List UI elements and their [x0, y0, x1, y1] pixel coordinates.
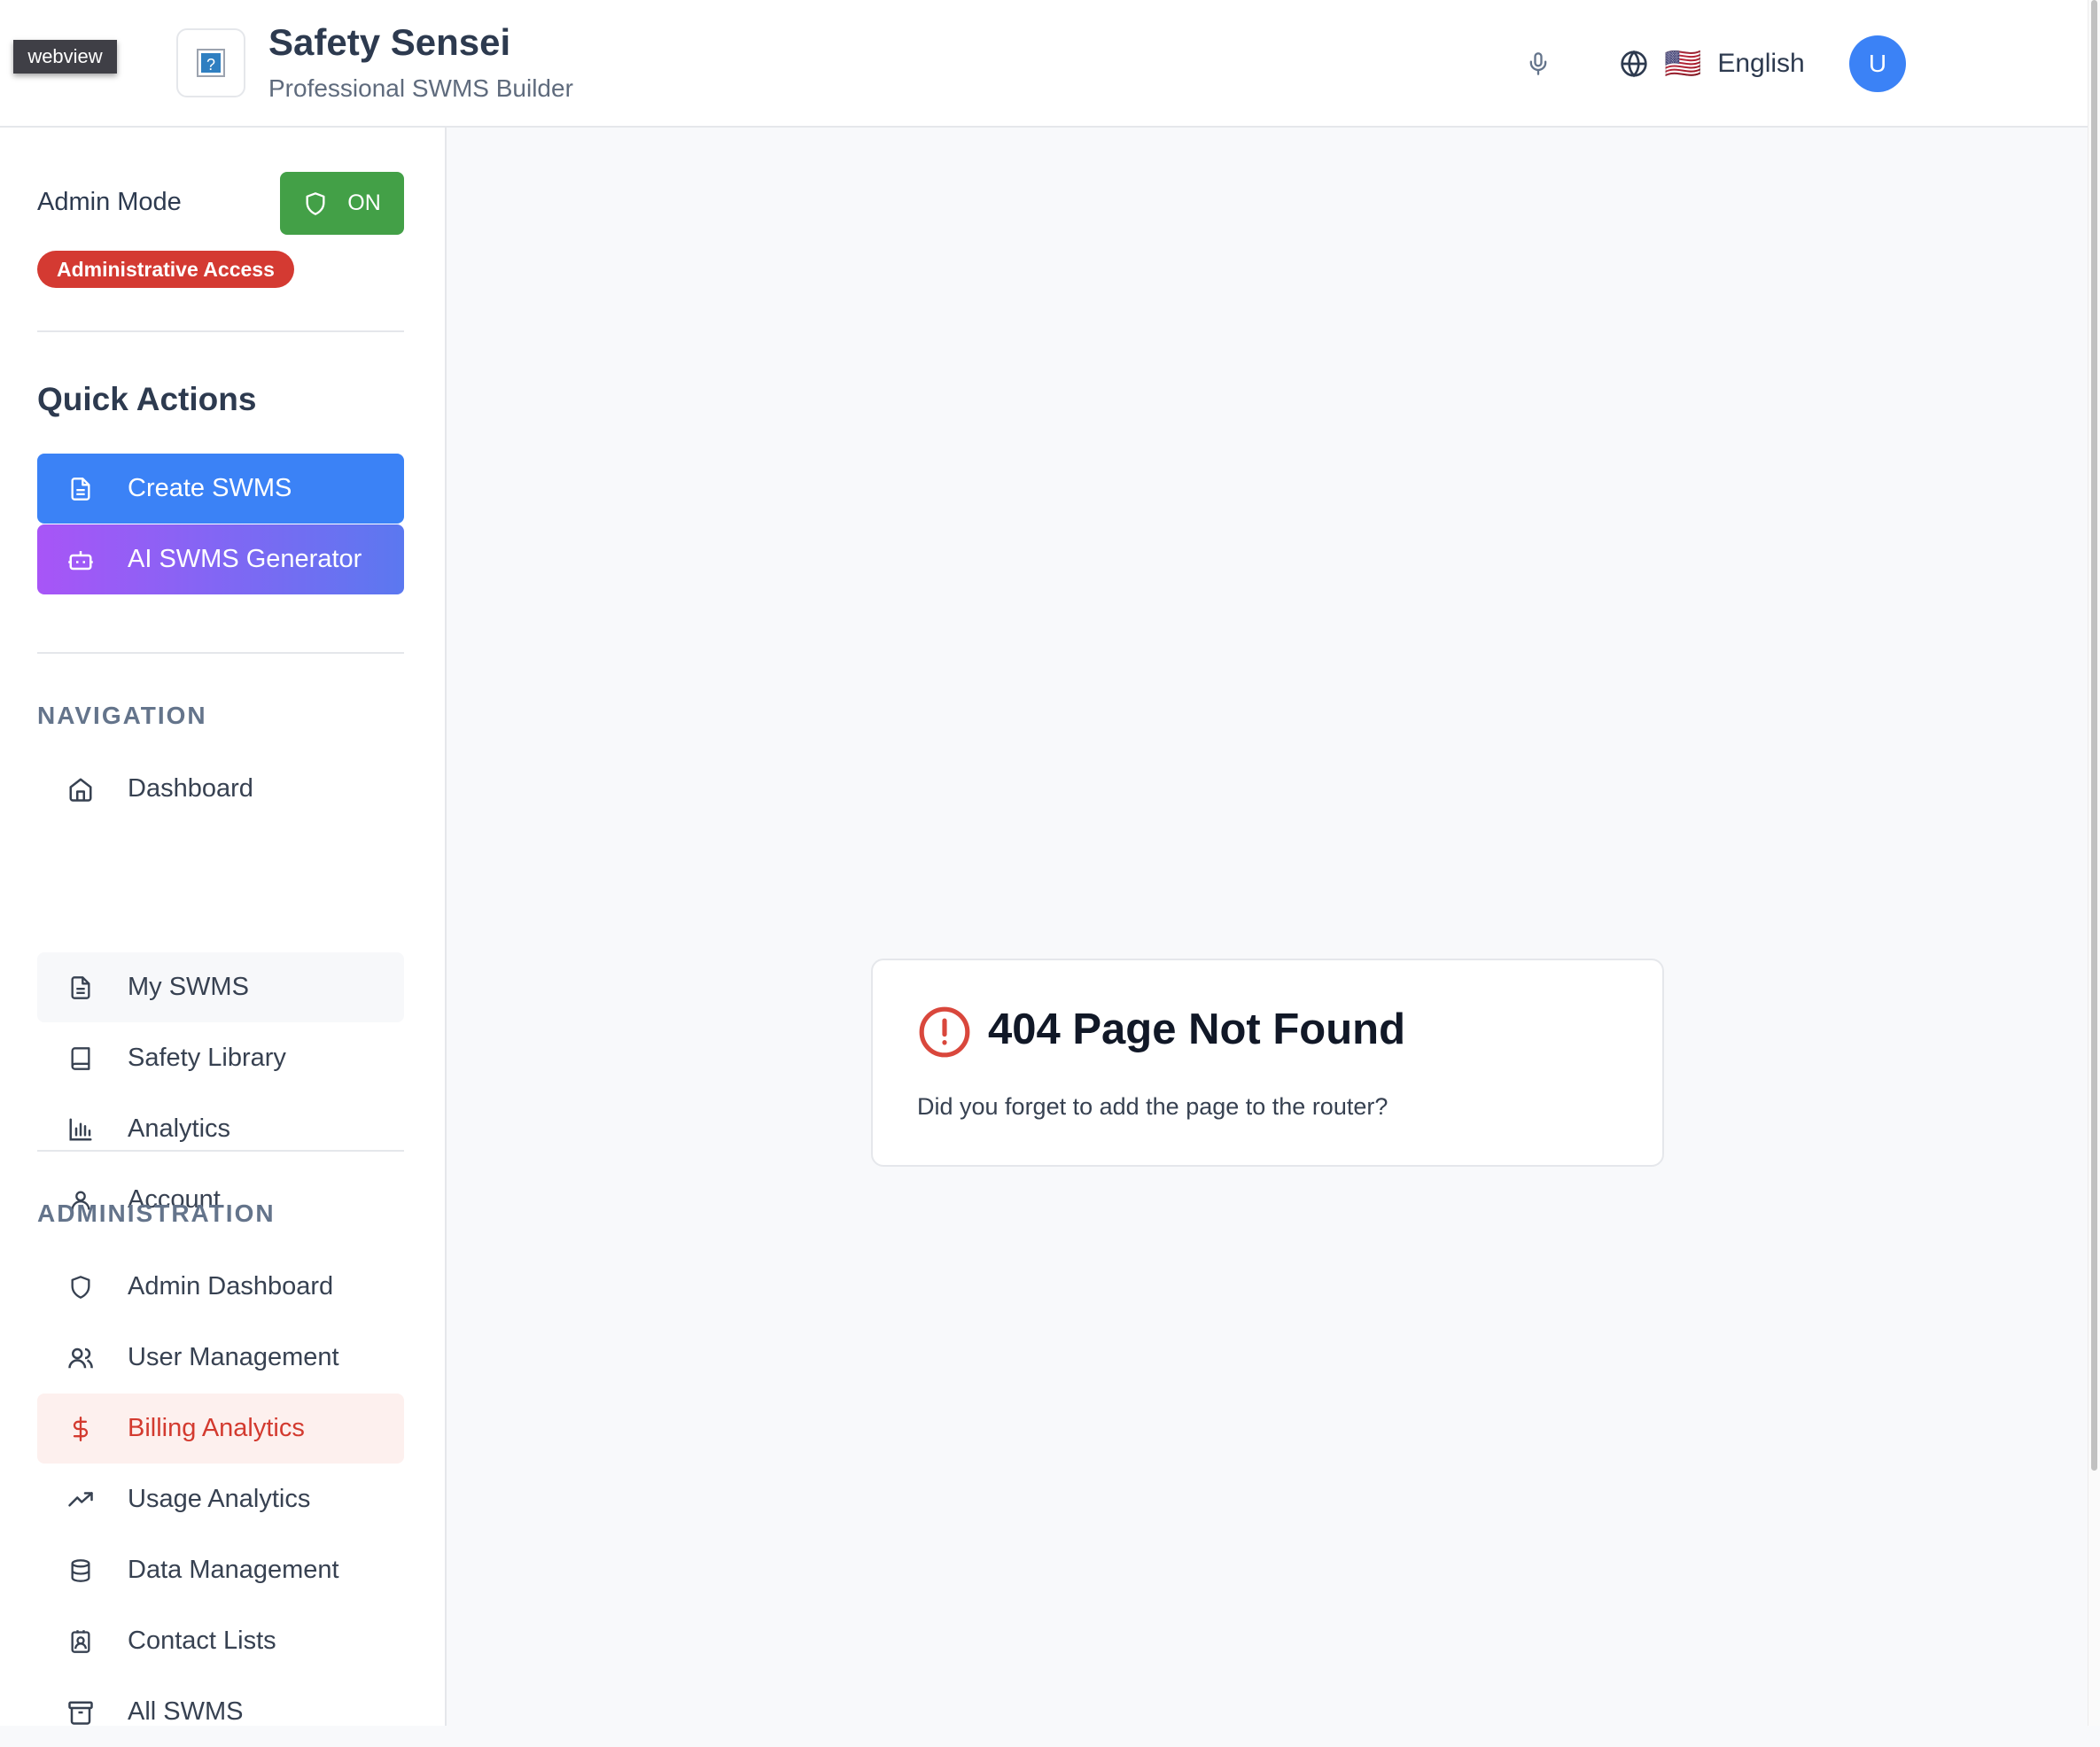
create-swms-button[interactable]: Create SWMS [37, 454, 404, 524]
admin-access-badge: Administrative Access [37, 251, 294, 288]
admin-mode-toggle[interactable]: ON [280, 172, 404, 235]
navigation-heading: NAVIGATION [37, 702, 207, 729]
users-icon [68, 1347, 93, 1368]
alert-circle-icon [919, 1006, 970, 1058]
error-message: Did you forget to add the page to the ro… [917, 1093, 1388, 1120]
shield-icon [71, 1275, 90, 1299]
sidebar: Admin Mode ON Administrative Access Quic… [0, 128, 447, 1726]
nav-item-data-management[interactable]: Data Management [37, 1535, 404, 1605]
archive-icon [68, 1701, 93, 1725]
nav-item-label: Admin Dashboard [128, 1272, 334, 1301]
nav-item-label: Safety Library [128, 1044, 286, 1072]
nav-item-analytics[interactable]: Analytics [37, 1094, 404, 1164]
shield-icon [306, 191, 325, 215]
app-subtitle: Professional SWMS Builder [268, 74, 573, 102]
dollar-icon [73, 1416, 89, 1441]
contact-icon [71, 1629, 90, 1653]
nav-item-label: Contact Lists [128, 1627, 276, 1655]
divider [37, 330, 404, 332]
divider [37, 652, 404, 654]
nav-item-label: User Management [128, 1343, 339, 1371]
nav-item-label: Usage Analytics [128, 1485, 311, 1513]
home-icon [69, 778, 92, 802]
broken-image-icon: ? [197, 49, 225, 77]
nav-item-my-swms[interactable]: My SWMS [37, 952, 404, 1022]
globe-icon [1621, 50, 1647, 78]
database-icon [71, 1558, 90, 1582]
nav-item-billing-analytics[interactable]: Billing Analytics [37, 1394, 404, 1464]
bar-chart-icon [69, 1118, 92, 1140]
page-scrollbar[interactable] [2088, 0, 2100, 1726]
bot-icon [68, 550, 93, 570]
language-selector[interactable]: 🇺🇸 English [1620, 44, 1805, 83]
ai-swms-generator-button[interactable]: AI SWMS Generator [37, 524, 404, 594]
app-logo[interactable]: ? [176, 28, 245, 97]
ai-swms-generator-label: AI SWMS Generator [128, 545, 362, 573]
book-icon [71, 1046, 90, 1070]
divider [37, 1150, 404, 1152]
svg-text:?: ? [206, 56, 215, 74]
nav-item-label: Dashboard [128, 774, 253, 803]
nav-item-dashboard[interactable]: Dashboard [37, 754, 404, 824]
file-text-icon [71, 477, 90, 501]
administration-heading: ADMINISTRATION [37, 1200, 276, 1227]
file-text-icon [71, 975, 90, 999]
nav-item-all-swms[interactable]: All SWMS [37, 1677, 404, 1747]
create-swms-label: Create SWMS [128, 474, 292, 502]
user-avatar[interactable]: U [1849, 35, 1906, 92]
quick-actions-title: Quick Actions [37, 381, 257, 417]
webview-tag: webview [13, 40, 117, 74]
nav-item-label: All SWMS [128, 1697, 244, 1726]
nav-item-user-management[interactable]: User Management [37, 1323, 404, 1393]
not-found-card: 404 Page Not Found Did you forget to add… [871, 959, 1664, 1167]
nav-item-contact-lists[interactable]: Contact Lists [37, 1606, 404, 1676]
scrollbar-thumb[interactable] [2091, 0, 2097, 1471]
nav-item-label: Billing Analytics [128, 1414, 305, 1442]
nav-item-usage-analytics[interactable]: Usage Analytics [37, 1464, 404, 1534]
us-flag-icon: 🇺🇸 [1664, 47, 1702, 81]
voice-input-button[interactable] [1521, 46, 1556, 82]
nav-item-admin-dashboard[interactable]: Admin Dashboard [37, 1252, 404, 1322]
language-label: English [1717, 49, 1805, 78]
nav-item-label: Data Management [128, 1556, 339, 1584]
admin-toggle-label: ON [347, 190, 381, 215]
trending-up-icon [68, 1491, 93, 1506]
top-header: ? Safety Sensei Professional SWMS Builde… [0, 0, 2088, 128]
error-title: 404 Page Not Found [988, 1005, 1406, 1053]
admin-mode-label: Admin Mode [37, 188, 182, 216]
app-title: Safety Sensei [268, 21, 511, 63]
nav-item-label: Analytics [128, 1114, 231, 1143]
microphone-icon [1529, 52, 1547, 75]
nav-item-safety-library[interactable]: Safety Library [37, 1023, 404, 1093]
nav-item-label: My SWMS [128, 973, 249, 1001]
